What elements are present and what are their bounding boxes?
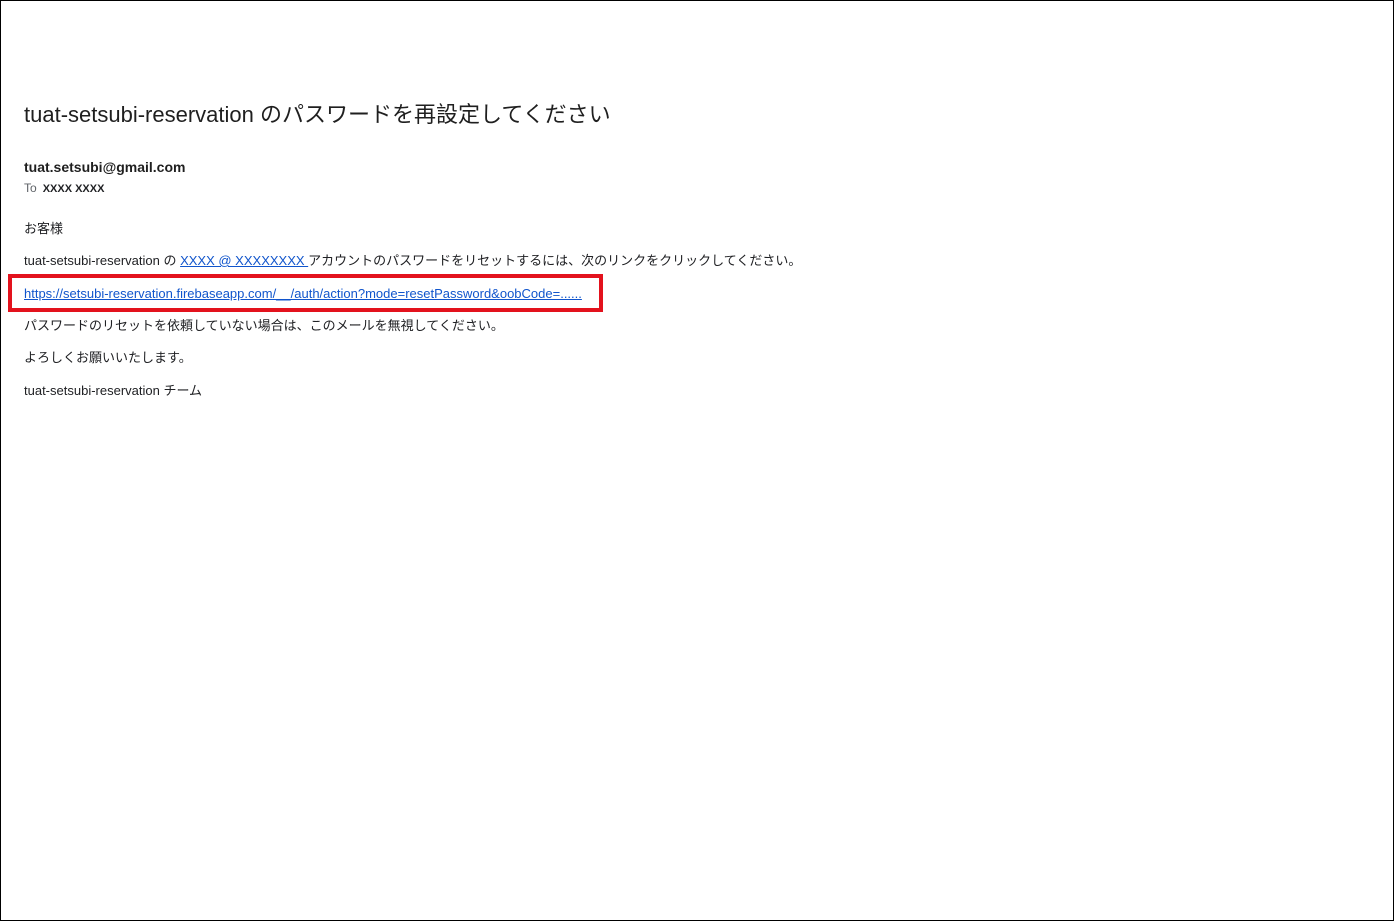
to-label: To xyxy=(24,181,37,195)
recipient-line: To XXXX XXXX xyxy=(24,181,104,197)
body-prefix: tuat-setsubi-reservation の xyxy=(24,253,177,268)
greeting: お客様 xyxy=(24,221,64,236)
ignore-note: パスワードのリセットを依頼していない場合は、このメールを無視してください。 xyxy=(24,318,504,333)
sender-address[interactable]: tuat.setsubi@gmail.com xyxy=(24,158,185,176)
signature: tuat-setsubi-reservation チーム xyxy=(24,383,203,398)
account-email-link[interactable]: XXXX @ XXXXXXXX xyxy=(180,253,308,268)
reset-link-line: https://setsubi-reservation.firebaseapp.… xyxy=(24,285,582,302)
body-paragraph-reset-instructions: tuat-setsubi-reservation の XXXX @ XXXXXX… xyxy=(24,252,801,269)
regards: よろしくお願いいたします。 xyxy=(24,350,192,365)
email-view: tuat-setsubi-reservation のパスワードを再設定してくださ… xyxy=(0,0,1394,921)
email-subject: tuat-setsubi-reservation のパスワードを再設定してくださ… xyxy=(24,102,611,127)
recipient-name[interactable]: XXXX XXXX xyxy=(43,183,105,195)
reset-password-link[interactable]: https://setsubi-reservation.firebaseapp.… xyxy=(24,286,582,301)
body-suffix: アカウントのパスワードをリセットするには、次のリンクをクリックしてください。 xyxy=(308,253,802,268)
